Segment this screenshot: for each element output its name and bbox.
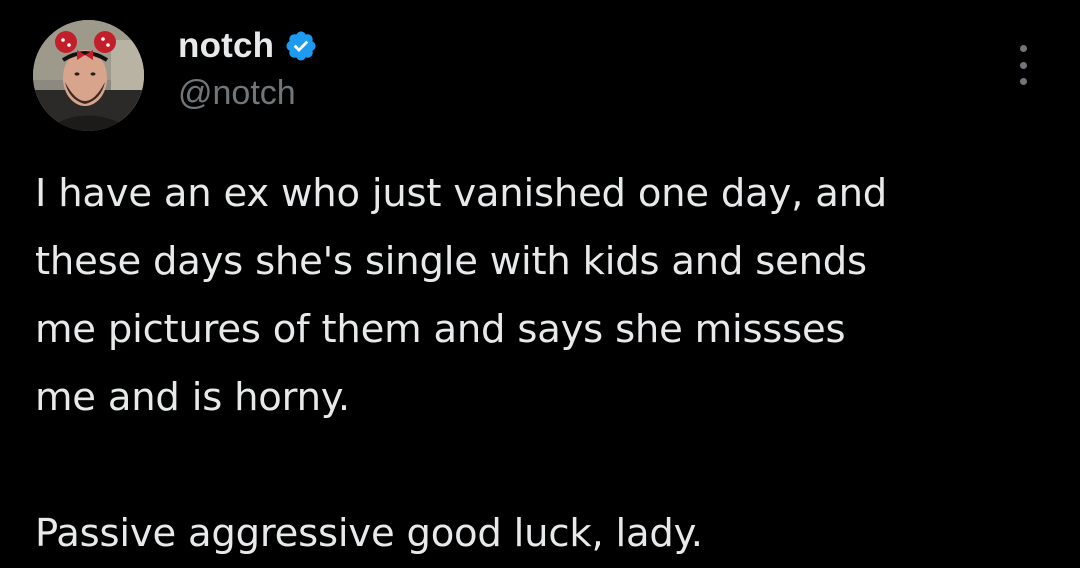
name-row: notch — [178, 24, 318, 68]
more-dot — [1019, 78, 1027, 85]
tweet-line: these days she's single with kids and se… — [35, 239, 867, 284]
tweet-line: I have an ex who just vanished one day, … — [35, 171, 888, 216]
handle[interactable]: @notch — [178, 74, 318, 113]
verified-badge-icon — [284, 29, 318, 63]
avatar[interactable] — [33, 20, 144, 131]
tweet: notch @notch I have an ex who just vanis… — [0, 0, 1080, 559]
tweet-line: me and is horny. — [35, 375, 350, 420]
more-dot — [1019, 45, 1027, 52]
author-info: notch @notch — [178, 24, 318, 113]
more-options-icon[interactable] — [1006, 45, 1040, 85]
tweet-line: me pictures of them and says she missses — [35, 307, 846, 352]
more-dot — [1019, 61, 1027, 69]
tweet-closing-line: Passive aggressive good luck, lady. — [35, 511, 703, 556]
tweet-text: I have an ex who just vanished one day, … — [35, 160, 1065, 568]
display-name[interactable]: notch — [178, 26, 274, 66]
